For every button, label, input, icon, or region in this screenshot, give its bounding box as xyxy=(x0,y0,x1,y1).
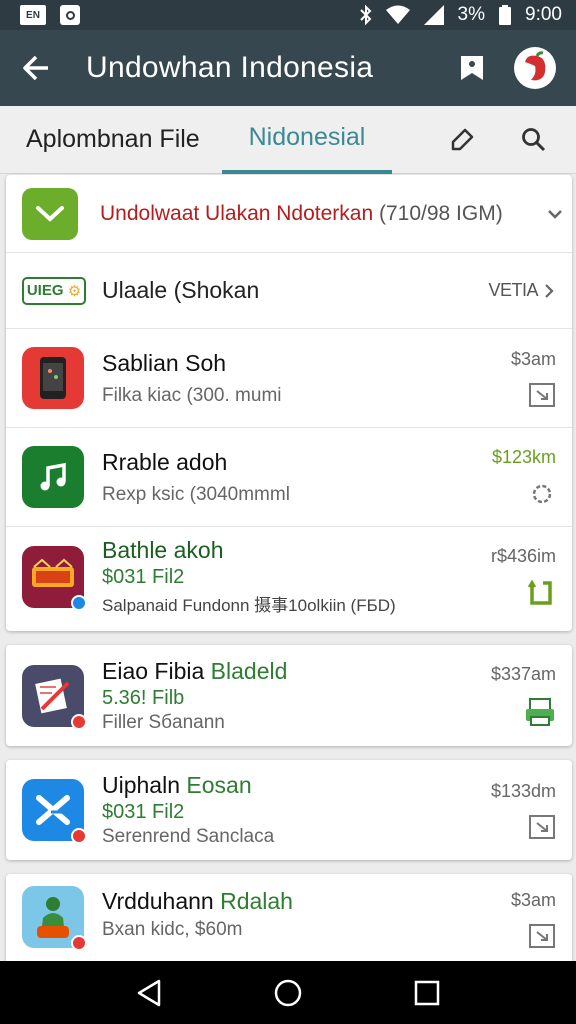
app-name: Vrdduhann Rdalah xyxy=(102,888,293,914)
camera-notification-icon xyxy=(60,5,80,25)
avatar[interactable] xyxy=(514,47,556,89)
app-detail: Bxan kidc, $60m xyxy=(102,919,243,940)
app-time: $337am xyxy=(490,664,556,684)
app-detail: Filler Sбanann xyxy=(102,711,225,733)
battery-percent: 3% xyxy=(457,4,486,25)
chevron-down-icon xyxy=(548,209,562,219)
nav-back-button[interactable] xyxy=(119,963,179,1023)
back-arrow-icon xyxy=(23,55,48,81)
clock: 9:00 xyxy=(525,4,562,25)
tab-indonesia[interactable]: Nidonesial xyxy=(222,106,392,174)
bookmark-button[interactable] xyxy=(444,30,500,106)
app-card[interactable]: Uiphaln Eosan $031 Fil2 Serenrend Sancla… xyxy=(6,760,572,860)
expand-button[interactable] xyxy=(538,209,572,219)
x-app-icon xyxy=(22,779,87,844)
app-time: r$436im xyxy=(490,546,556,566)
app-detail: Salpanaid Fundonn 摄事10olkiin (FБD) xyxy=(102,596,396,615)
keyboard-notification-icon: EN xyxy=(20,5,46,25)
category-label: Ulaale (Shokan xyxy=(102,277,260,303)
download-banner[interactable]: Undolwaat Ulakan Ndoterkan (710/98 IGM) xyxy=(6,175,572,253)
bluetooth-icon xyxy=(359,5,371,25)
list-item[interactable]: Bathle akoh $031 Fil2 Salpanaid Fundonn … xyxy=(6,527,572,626)
banner-title: Undolwaat Ulakan Ndoterkan xyxy=(100,201,374,225)
checkmark-icon xyxy=(22,187,78,240)
battery-icon xyxy=(499,5,512,25)
app-time: $3am xyxy=(510,890,556,910)
figure-app-icon xyxy=(22,886,87,951)
app-time: $3am xyxy=(510,348,556,369)
app-detail: Serenrend Sanclaca xyxy=(102,826,275,847)
search-icon xyxy=(522,127,546,151)
category-row[interactable]: UIEG ⚙ Ulaale (Shokan VETIA xyxy=(6,253,572,329)
app-price: $031 Fil2 xyxy=(102,801,185,823)
app-detail: Filka kiac (300. mumi xyxy=(102,384,282,406)
app-detail: Rexp ksic (3040mmml xyxy=(102,483,290,505)
list-item[interactable]: Sablian Soh Filka kiac (300. mumi $3am xyxy=(6,329,572,428)
document-app-icon xyxy=(22,664,87,730)
app-time: $133dm xyxy=(490,780,556,801)
app-card[interactable]: Vrdduhann Rdalah Bxan kidc, $60m $3am xyxy=(6,874,572,961)
chili-logo-icon xyxy=(525,51,546,81)
phone-app-icon xyxy=(22,347,84,409)
game-app-icon xyxy=(22,545,87,611)
page-title: Undowhan Indonesia xyxy=(86,51,374,84)
back-button[interactable] xyxy=(0,30,72,106)
list-item[interactable]: Rrable adoh Rexp ksic (3040mmml $123km xyxy=(6,428,572,527)
app-name: Uiphaln Eosan xyxy=(102,772,252,798)
triangle-back-icon xyxy=(138,979,161,1006)
download-list-card: Undolwaat Ulakan Ndoterkan (710/98 IGM) … xyxy=(6,175,572,631)
tab-files[interactable]: Aplombnan File xyxy=(0,106,222,174)
settings-icon[interactable] xyxy=(528,480,556,508)
banner-text: Undolwaat Ulakan Ndoterkan (710/98 IGM) xyxy=(100,202,538,226)
system-navigation-bar xyxy=(0,961,576,1024)
app-name: Sablian Soh xyxy=(102,349,227,376)
music-app-icon xyxy=(22,446,84,508)
edit-button[interactable] xyxy=(426,106,498,174)
app-name: Eiao Fibia Bladeld xyxy=(102,657,288,684)
app-price: $031 Fil2 xyxy=(102,566,185,588)
edit-icon xyxy=(451,128,474,150)
wifi-icon xyxy=(385,5,410,24)
category-badge: UIEG ⚙ xyxy=(22,276,86,305)
signal-icon xyxy=(423,5,444,25)
banner-size: (710/98 IGM) xyxy=(379,201,503,225)
tab-bar: Aplombnan File Nidonesial xyxy=(0,106,576,174)
circle-home-icon xyxy=(274,979,302,1006)
app-card[interactable]: Eiao Fibia Bladeld 5.36! Filb Filler Sбa… xyxy=(6,645,572,746)
app-bar: Undowhan Indonesia xyxy=(0,30,576,106)
download-icon[interactable] xyxy=(528,382,556,408)
app-price: 5.36! Filb xyxy=(102,686,185,709)
refresh-icon[interactable] xyxy=(526,579,556,607)
bookmark-icon xyxy=(461,56,483,80)
download-icon[interactable] xyxy=(528,814,556,840)
nav-home-button[interactable] xyxy=(258,963,318,1023)
see-more-link[interactable]: VETIA xyxy=(488,280,538,301)
nav-recents-button[interactable] xyxy=(397,963,457,1023)
status-bar: EN 3% 9:00 xyxy=(0,0,576,30)
app-name: Bathle akoh xyxy=(102,537,224,563)
printer-icon[interactable] xyxy=(524,697,556,727)
search-button[interactable] xyxy=(498,106,570,174)
app-name: Rrable adoh xyxy=(102,448,228,475)
square-recents-icon xyxy=(414,980,439,1005)
app-time: $123km xyxy=(491,446,556,467)
download-icon[interactable] xyxy=(528,923,556,949)
chevron-right-icon xyxy=(545,283,554,298)
